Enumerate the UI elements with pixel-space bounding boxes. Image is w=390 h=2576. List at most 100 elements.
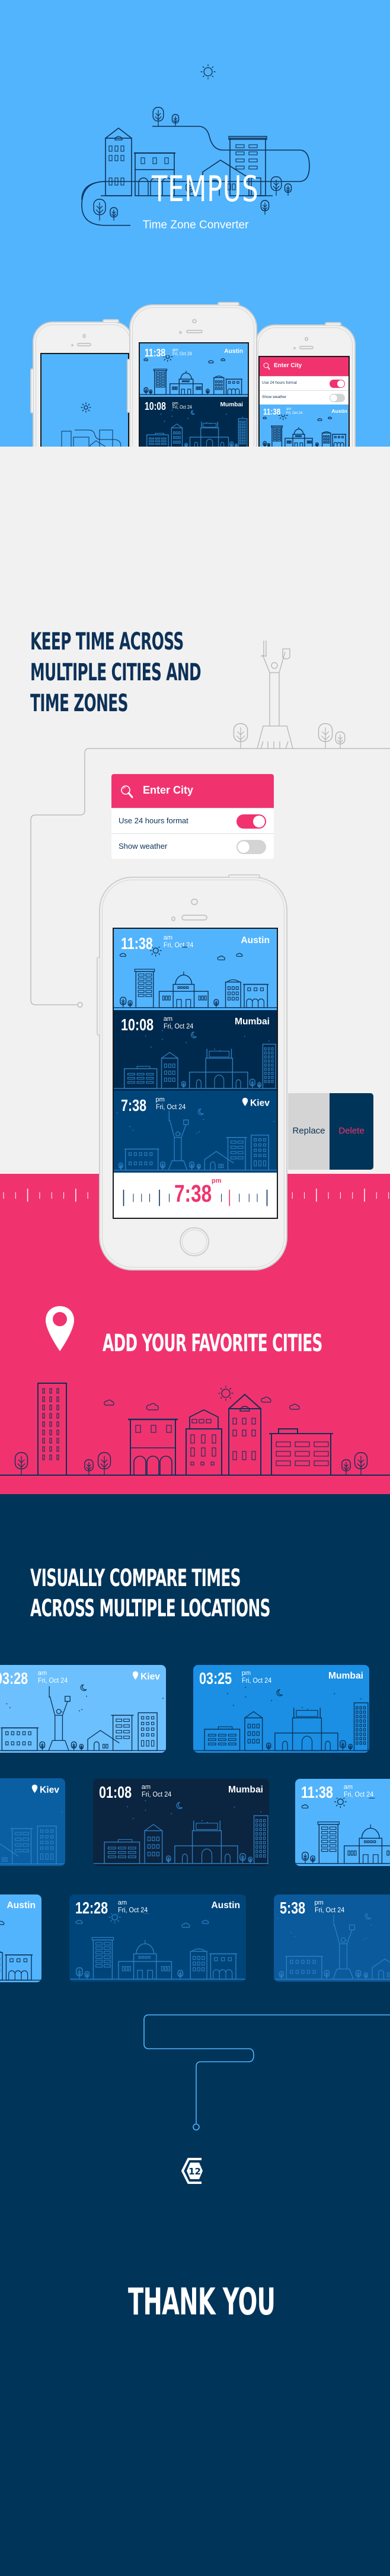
cloud-icon	[261, 1396, 271, 1403]
city-skyline	[93, 1800, 269, 1864]
location-pin-icon	[132, 1671, 139, 1680]
tree-icon	[79, 1743, 84, 1751]
tree-icon	[310, 1855, 315, 1864]
setting-row-24h: Use 24 hours format	[111, 808, 274, 833]
front-camera	[191, 898, 198, 906]
city-panel-partial[interactable]: 5:38 pm Fri, Oct 24	[274, 1894, 390, 1982]
sensor	[179, 330, 183, 334]
toggle-24h[interactable]	[330, 380, 345, 388]
tree-icon	[39, 1741, 46, 1751]
city-name: Kiev	[140, 1671, 160, 1682]
power-button	[324, 322, 342, 325]
toggle-24h[interactable]	[236, 814, 266, 829]
tree-icon	[348, 1743, 353, 1751]
toggle-weather[interactable]	[330, 394, 345, 402]
time-ruler[interactable]: 7:38pm	[114, 1173, 277, 1218]
sun-icon	[149, 947, 162, 957]
tree-icon	[160, 1161, 165, 1171]
city-date: Fri, Oct 24	[117, 1905, 148, 1914]
city-panel-mumbai[interactable]: 01:08 am Fri, Oct 24 Mumbai	[93, 1779, 269, 1866]
volume-buttons	[30, 368, 33, 414]
front-camera	[304, 337, 309, 341]
cloud-icon	[0, 1921, 5, 1925]
tree-icon	[120, 996, 127, 1008]
toggle-weather[interactable]	[236, 840, 266, 854]
city-name: Austin	[211, 1900, 240, 1910]
tree-icon	[14, 1452, 28, 1475]
sun-icon	[162, 355, 173, 362]
tree-icon	[260, 200, 270, 215]
city-name: Mumbai	[220, 401, 244, 408]
cloud-icon	[119, 953, 126, 957]
volume-buttons	[127, 359, 130, 413]
brand-hex-logo: 12	[181, 2157, 209, 2185]
city-panel-mumbai[interactable]: 10:08 am Fri, Oct 24 Mumbai	[114, 1010, 277, 1091]
sensor	[293, 347, 296, 349]
delete-button[interactable]: Delete	[330, 1093, 373, 1170]
city-panel-mumbai[interactable]: 03:25 pm Fri, Oct 24 Mumbai	[193, 1665, 369, 1753]
city-panel-kiev[interactable]: Kiev	[0, 1778, 65, 1866]
home-button[interactable]	[180, 1227, 209, 1256]
tree-icon	[97, 1452, 111, 1475]
tree-icon	[171, 114, 180, 126]
sun-icon	[218, 1386, 234, 1401]
tree-icon	[152, 107, 164, 126]
city-panel-mumbai[interactable]: 10:08pmFri, Oct 24Mumbai	[140, 397, 248, 450]
app-title: TEMPUS	[152, 168, 259, 210]
tree-icon	[177, 1970, 184, 1980]
search-icon	[263, 362, 270, 370]
setting-row-24h: Use 24 hours format	[260, 376, 349, 390]
city-panel-austin[interactable]: 11:38 am Fri, Oct 24 Austin	[260, 405, 349, 450]
tree-icon	[248, 1857, 252, 1864]
city-panel-partial[interactable]: 11:38 am Fri, Oct 24	[295, 1779, 390, 1866]
cloud-icon	[181, 1923, 190, 1928]
city-name-wrap: Austin	[241, 935, 270, 946]
moon-icon	[80, 1684, 87, 1691]
setting-label-weather: Show weather	[119, 842, 168, 851]
toggle-knob	[238, 841, 250, 853]
earpiece	[186, 329, 203, 334]
front-camera	[192, 319, 197, 324]
replace-button[interactable]: Replace	[288, 1093, 330, 1170]
cloud-icon	[146, 1403, 159, 1410]
moon-icon	[191, 1031, 197, 1039]
delete-label: Delete	[338, 1126, 365, 1136]
power-button	[217, 302, 239, 305]
city-name-wrap: Kiev	[242, 1097, 270, 1109]
city-search-input[interactable]: Enter City	[274, 362, 302, 369]
city-date: Fri, Oct 24	[37, 1676, 68, 1685]
city-name: Austin	[224, 348, 243, 355]
cloud-icon	[75, 1920, 83, 1924]
city-search-input[interactable]: Enter City	[143, 784, 193, 797]
city-panel-kiev[interactable]: 03:28amFri, Oct 24Kiev	[0, 1665, 166, 1753]
sun-icon	[278, 414, 288, 421]
tree-icon	[354, 1452, 368, 1475]
city-panel-austin[interactable]: 11:38 am Fri, Oct 24 Austin	[114, 929, 277, 1010]
city-name-wrap: Austin	[332, 408, 347, 414]
cloud-icon	[236, 953, 243, 957]
city-panel-austin[interactable]: 11:38 am Fri, Oct 24 Austin	[140, 343, 248, 397]
setting-row-weather: Show weather	[111, 833, 274, 859]
city-name-wrap: Mumbai	[235, 1017, 270, 1027]
city-panel-kiev[interactable]: 7:38pmFri, Oct 24Kiev	[114, 1091, 277, 1173]
city-skyline	[0, 1810, 65, 1864]
tree-icon	[239, 1853, 246, 1864]
tree-icon	[266, 1742, 271, 1751]
tree-icon	[324, 1970, 330, 1980]
city-panel-austin[interactable]: Austin	[0, 1894, 41, 1982]
setting-label-24h: Use 24 hours format	[262, 381, 297, 385]
tree-icon	[213, 999, 219, 1008]
city-search-bar[interactable]: Enter City	[111, 774, 274, 808]
cloud-icon	[217, 956, 225, 961]
city-name: Mumbai	[234, 1017, 270, 1027]
ruler-time: 7:38	[174, 1180, 212, 1208]
earpiece	[181, 915, 207, 921]
city-name: Kiev	[250, 1098, 270, 1109]
cloud-icon	[263, 416, 267, 419]
city-panel-austin[interactable]: 12:28 am Fri, Oct 24 Austin	[69, 1894, 246, 1982]
tree-icon	[355, 1970, 362, 1980]
city-skyline	[193, 1686, 369, 1751]
city-search-bar[interactable]: Enter City	[260, 357, 349, 376]
ruler-ampm: pm	[212, 1177, 222, 1184]
settings-card: Enter City Use 24 hours format Show weat…	[111, 774, 274, 859]
